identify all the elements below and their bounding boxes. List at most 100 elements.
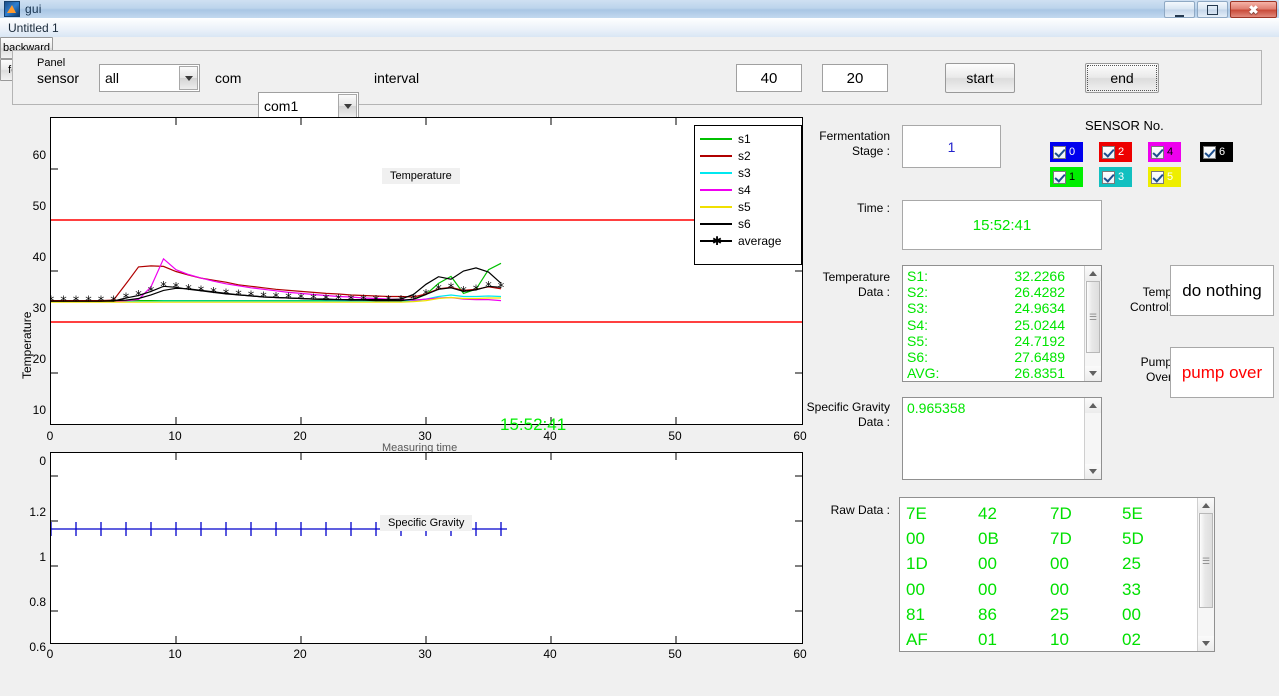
legend-swatch-s5 [700,205,732,208]
scroll-up-icon[interactable] [1085,398,1101,413]
svg-text:*: * [173,281,180,296]
temp-key-s3: S3: [907,300,929,317]
temperature-chart-legend: s1 s2 s3 s4 s5 s6 ✱ average [694,125,802,265]
sensor-checkbox-label-6: 6 [1219,146,1226,158]
end-button[interactable]: end [1085,63,1159,93]
scrollbar-track[interactable] [1085,413,1101,464]
legend-item: s5 [700,198,795,215]
checkbox-icon[interactable] [1102,170,1115,184]
sensor-checkbox-3[interactable]: 3 [1099,167,1132,187]
minimize-icon [1175,7,1184,17]
table-row: 81 86 25 00 [906,605,1194,630]
sensor-checkbox-label-1: 1 [1069,171,1076,183]
close-button[interactable]: ✖ [1230,1,1277,18]
checkbox-icon[interactable] [1203,145,1216,159]
checkbox-icon[interactable] [1053,170,1066,184]
start-button[interactable]: start [945,63,1015,93]
matlab-icon [4,1,20,17]
temp-val-s6: 27.6489 [1014,348,1065,365]
raw-cell: 00 [1122,604,1141,624]
svg-text:*: * [235,288,242,303]
scrollbar-track[interactable]: ☰ [1085,281,1101,366]
minimize-button[interactable] [1164,1,1195,18]
scroll-down-icon[interactable] [1085,366,1101,381]
legend-swatch-s2 [700,154,732,157]
svg-text:*: * [123,292,130,307]
temp-control-value: do nothing [1182,280,1262,300]
com-select[interactable]: com1 [258,92,359,120]
svg-text:*: * [473,283,480,298]
chevron-down-icon[interactable] [338,94,357,118]
maximize-icon [1207,4,1218,15]
legend-item: ✱ average [700,232,795,249]
scroll-down-icon[interactable] [1085,464,1101,479]
sensor-checkbox-2[interactable]: 2 [1099,142,1132,162]
temp-xtick-0: 0 [46,429,54,443]
temperature-data-listbox[interactable]: S1: 32.2266 S2: 26.4282 S3: 24.9634 S4: … [902,265,1102,382]
fermentation-stage-field[interactable]: 1 [902,125,1001,168]
temperature-data-list: S1: 32.2266 S2: 26.4282 S3: 24.9634 S4: … [907,268,1065,381]
raw-data-listbox[interactable]: 7E 42 7D 5E 00 0B 7D 5D 1D 00 00 25 00 0… [899,497,1215,652]
scrollbar-track[interactable]: ☰ [1198,513,1214,636]
maximize-button[interactable] [1197,1,1228,18]
chevron-down-icon[interactable] [179,66,198,90]
sensor-select[interactable]: all [99,64,200,92]
temp-control-label: Temp Control: [1129,285,1172,314]
pump-over-field: pump over [1170,347,1274,398]
temp-key-s6: S6: [907,348,929,365]
checkbox-icon[interactable] [1151,145,1164,159]
svg-text:*: * [410,293,417,308]
sensor-checkbox-4[interactable]: 4 [1148,142,1181,162]
svg-text:*: * [298,292,305,307]
sensor-checkbox-0[interactable]: 0 [1050,142,1083,162]
list-item: S1: 32.2266 [907,268,1065,284]
temp-val-s5: 24.7192 [1014,332,1065,349]
scrollbar-thumb[interactable]: ☰ [1199,513,1213,608]
checkbox-icon[interactable] [1151,170,1164,184]
specific-gravity-scrollbar[interactable] [1084,398,1101,479]
specific-gravity-chart [50,452,803,644]
temp-ytick-60: 60 [32,148,46,162]
scroll-down-icon[interactable] [1198,636,1214,651]
raw-cell: 7D [1050,529,1072,549]
checkbox-icon[interactable] [1053,145,1066,159]
legend-item: s1 [700,130,795,147]
svg-text:*: * [398,294,405,309]
temp-val-s4: 25.0244 [1014,316,1065,333]
raw-cell: 33 [1122,579,1141,599]
sensor-checkbox-label-4: 4 [1167,146,1174,158]
sg-ytick-0_8: 0.8 [29,595,46,609]
temp-key-s4: S4: [907,316,929,333]
sensor-select-value: all [105,70,120,86]
svg-text:*: * [460,285,467,300]
chart-clock-overlay: 15:52:41 [500,415,567,434]
legend-item: s2 [700,147,795,164]
temperature-data-scrollbar[interactable]: ☰ [1084,266,1101,381]
temp-xtick-20: 20 [293,429,307,443]
temperature-y-axis-label: Temperature [20,311,34,379]
temp-val-s1: 32.2266 [1014,268,1065,284]
scroll-up-icon[interactable] [1198,498,1214,513]
scrollbar-thumb[interactable]: ☰ [1086,281,1100,353]
temp-ytick-10: 10 [32,403,46,417]
document-tab-untitled-1[interactable]: Untitled 1 [8,21,59,35]
scroll-up-icon[interactable] [1085,266,1101,281]
list-item: AVG: 26.8351 [907,365,1065,381]
temp-val-avg: 26.8351 [1014,365,1065,382]
upper-limit-input[interactable]: 40 [736,64,802,92]
svg-text:*: * [198,284,205,299]
temp-key-s1: S1: [907,268,929,284]
raw-data-scrollbar[interactable]: ☰ [1197,498,1214,651]
svg-text:*: * [223,287,230,302]
checkbox-icon[interactable] [1102,145,1115,159]
sensor-checkbox-1[interactable]: 1 [1050,167,1083,187]
sensor-checkbox-5[interactable]: 5 [1148,167,1181,187]
raw-cell: 00 [1050,579,1069,599]
raw-cell: AF [906,629,928,649]
svg-text:*: * [185,283,192,298]
raw-cell: 00 [978,579,997,599]
specific-gravity-data-listbox[interactable]: 0.965358 [902,397,1102,480]
sensor-checkbox-6[interactable]: 6 [1200,142,1233,162]
lower-limit-input[interactable]: 20 [822,64,888,92]
temp-ytick-40: 40 [32,250,46,264]
